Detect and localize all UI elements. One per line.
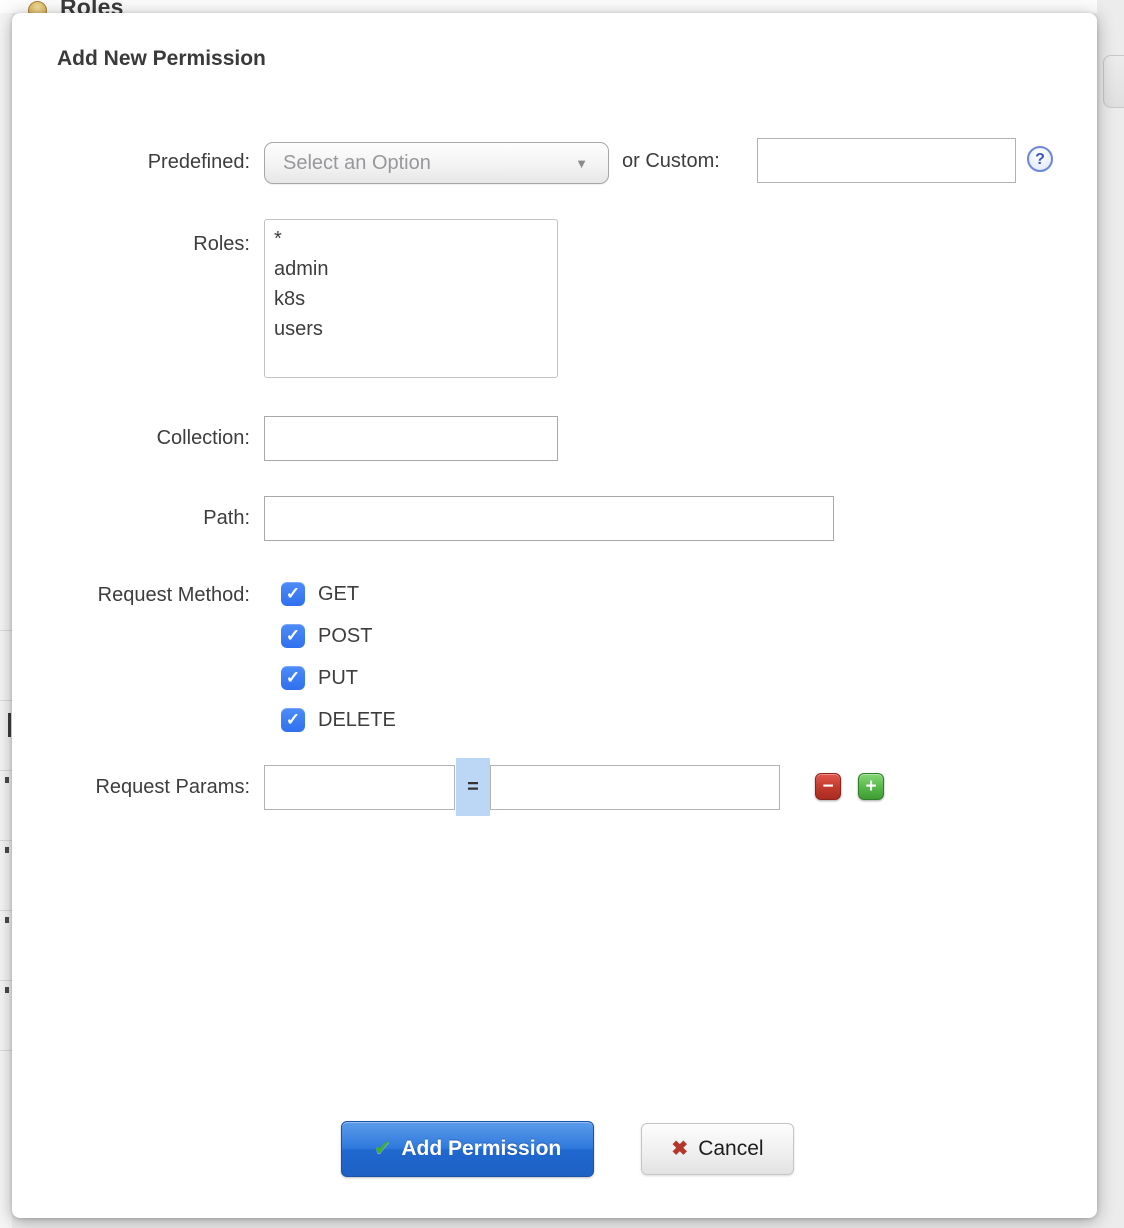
roles-listbox[interactable]: * admin k8s users xyxy=(264,219,558,378)
roles-row: Roles: * admin k8s users xyxy=(12,219,1097,379)
row-divider xyxy=(0,770,12,771)
predefined-row: Predefined: Select an Option ▼ or Custom… xyxy=(12,138,1097,196)
checkbox-get-label: GET xyxy=(318,582,359,607)
check-icon: ✓ xyxy=(286,710,300,729)
add-param-button[interactable]: + xyxy=(858,773,884,800)
roles-option-any[interactable]: * xyxy=(265,224,557,254)
request-params-row: Request Params: = − + xyxy=(12,758,1097,818)
request-method-label: Request Method: xyxy=(12,582,250,608)
checkbox-delete[interactable]: ✓ xyxy=(281,708,305,732)
checkbox-get[interactable]: ✓ xyxy=(281,582,305,606)
roles-option-users[interactable]: users xyxy=(265,314,557,344)
check-icon: ✔ xyxy=(374,1137,392,1160)
row-divider xyxy=(0,630,12,631)
background-right-strip xyxy=(1097,0,1124,1228)
background-page-header: Roles xyxy=(0,0,1124,13)
roles-option-k8s[interactable]: k8s xyxy=(265,284,557,314)
row-divider xyxy=(0,1050,12,1051)
collection-input[interactable] xyxy=(264,416,558,461)
dialog-actions: ✔ Add Permission ✖ Cancel xyxy=(12,1121,1097,1181)
background-clipped-text xyxy=(5,987,9,993)
check-icon: ✓ xyxy=(286,626,300,645)
request-params-label: Request Params: xyxy=(12,765,250,809)
cancel-button[interactable]: ✖ Cancel xyxy=(641,1123,794,1175)
row-divider xyxy=(0,980,12,981)
predefined-label: Predefined: xyxy=(12,138,250,186)
or-custom-label: or Custom: xyxy=(622,138,720,184)
roles-label: Roles: xyxy=(12,229,250,259)
check-icon: ✓ xyxy=(286,668,300,687)
dialog-title: Add New Permission xyxy=(57,47,266,71)
row-divider xyxy=(0,910,12,911)
path-row: Path: xyxy=(12,496,1097,541)
background-page-title: Roles xyxy=(60,0,124,13)
checkbox-delete-label: DELETE xyxy=(318,708,396,733)
add-permission-dialog: Add New Permission Predefined: Select an… xyxy=(12,13,1097,1218)
collection-row: Collection: xyxy=(12,416,1097,461)
param-key-input[interactable] xyxy=(264,765,455,810)
predefined-select[interactable]: Select an Option ▼ xyxy=(264,142,609,184)
checkbox-post[interactable]: ✓ xyxy=(281,624,305,648)
predefined-select-value: Select an Option xyxy=(283,143,431,183)
path-input[interactable] xyxy=(264,496,834,541)
background-clipped-text xyxy=(5,847,9,853)
check-icon: ✓ xyxy=(286,584,300,603)
help-icon[interactable]: ? xyxy=(1027,146,1053,172)
background-clipped-text xyxy=(5,777,9,783)
path-label: Path: xyxy=(12,496,250,541)
chevron-down-icon: ▼ xyxy=(575,143,588,185)
roles-option-admin[interactable]: admin xyxy=(265,254,557,284)
background-clipped-text xyxy=(5,917,9,923)
row-divider xyxy=(0,700,12,701)
remove-param-button[interactable]: − xyxy=(815,773,841,800)
checkbox-put[interactable]: ✓ xyxy=(281,666,305,690)
checkbox-post-label: POST xyxy=(318,624,372,649)
background-partial-button xyxy=(1103,55,1124,108)
equals-separator: = xyxy=(456,758,490,816)
param-value-input[interactable] xyxy=(490,765,780,810)
add-permission-button[interactable]: ✔ Add Permission xyxy=(341,1121,594,1177)
collection-label: Collection: xyxy=(12,416,250,461)
checkbox-put-label: PUT xyxy=(318,666,358,691)
background-left-strip xyxy=(0,13,12,1228)
row-divider xyxy=(0,840,12,841)
cancel-button-label: Cancel xyxy=(698,1137,763,1160)
background-bottom-strip xyxy=(0,1218,1124,1228)
add-permission-button-label: Add Permission xyxy=(401,1137,561,1160)
request-method-row: Request Method: ✓ GET ✓ POST ✓ PUT ✓ DEL… xyxy=(12,582,1097,742)
roles-icon xyxy=(28,1,47,13)
custom-permission-input[interactable] xyxy=(757,138,1016,183)
background-clipped-text xyxy=(8,713,11,737)
x-icon: ✖ xyxy=(671,1138,688,1160)
